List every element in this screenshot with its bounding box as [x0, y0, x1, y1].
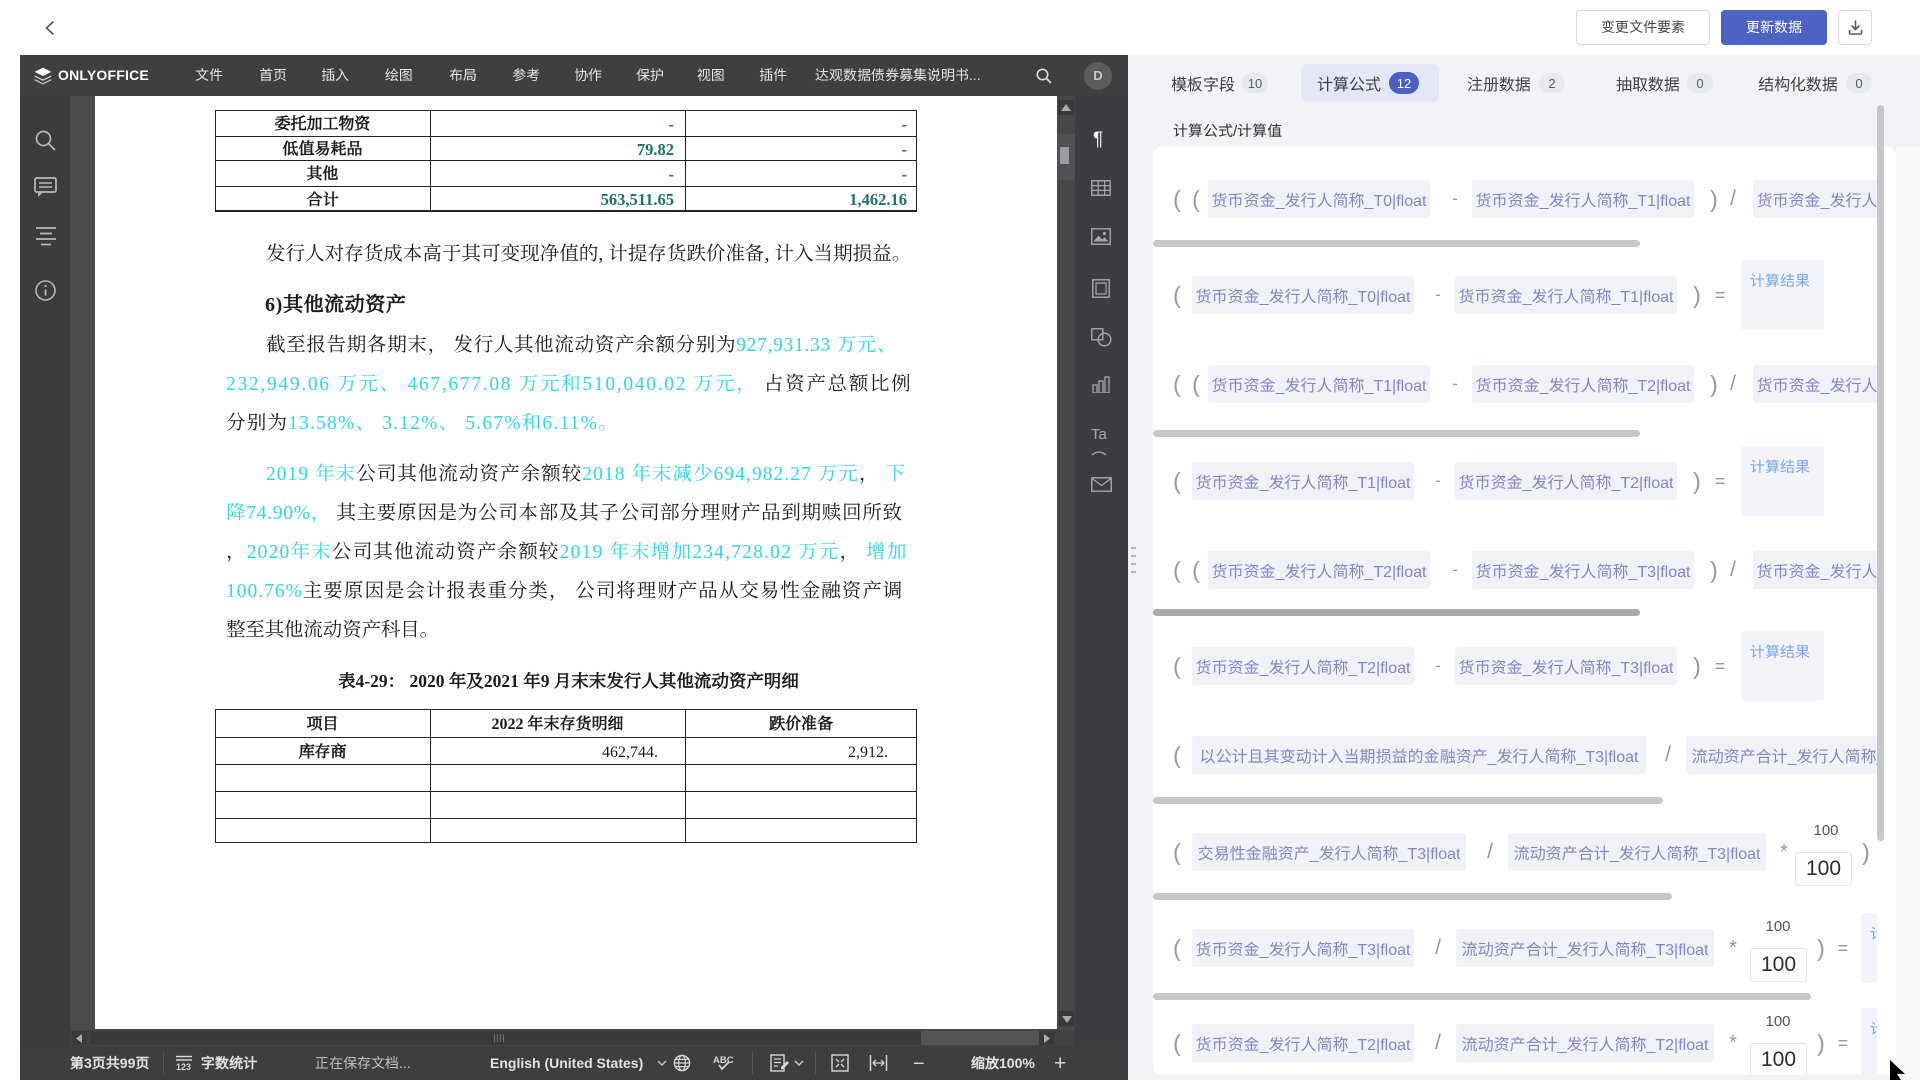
svg-text:ABC: ABC — [713, 1055, 734, 1066]
svg-text:123: 123 — [176, 1062, 191, 1071]
